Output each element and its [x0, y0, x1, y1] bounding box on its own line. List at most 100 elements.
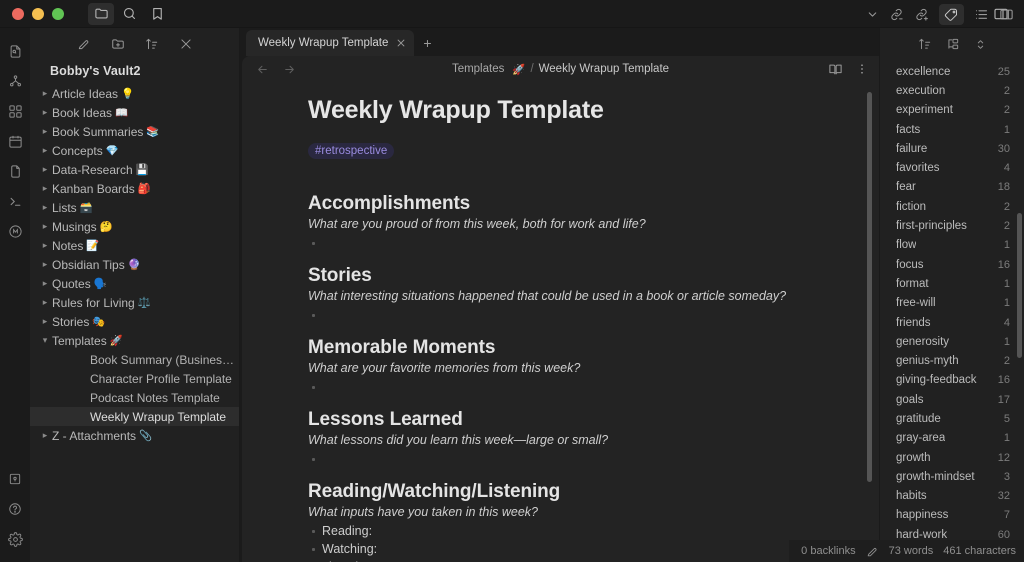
back-arrow-icon[interactable]: [256, 63, 269, 76]
graph-view-icon[interactable]: [2, 66, 28, 96]
chevron-right-icon[interactable]: ▸: [38, 430, 52, 441]
new-note-icon[interactable]: [75, 35, 93, 53]
calendar-icon[interactable]: [2, 126, 28, 156]
file-tree-folder[interactable]: ▸ Z - Attachments 📎: [30, 426, 239, 445]
file-tree-folder[interactable]: ▸ Obsidian Tips 🔮: [30, 255, 239, 274]
close-icon[interactable]: [396, 38, 406, 48]
close-window-button[interactable]: [12, 7, 24, 20]
tag-row[interactable]: gratitude 5: [880, 409, 1024, 428]
more-options-icon[interactable]: [855, 62, 869, 76]
tag-row[interactable]: friends 4: [880, 313, 1024, 332]
tag-row[interactable]: gray-area 1: [880, 429, 1024, 448]
tag-row[interactable]: flow 1: [880, 236, 1024, 255]
tag-row[interactable]: fear 18: [880, 178, 1024, 197]
tag-row[interactable]: focus 16: [880, 255, 1024, 274]
chevron-right-icon[interactable]: ▸: [38, 145, 52, 156]
sort-order-icon[interactable]: [143, 35, 161, 53]
backlinks-count[interactable]: 0 backlinks: [801, 545, 855, 557]
chevron-right-icon[interactable]: ▸: [38, 240, 52, 251]
tab-weekly-wrapup-template[interactable]: Weekly Wrapup Template: [246, 30, 415, 56]
collapse-all-icon[interactable]: [177, 35, 195, 53]
bullet-item[interactable]: Watching:: [308, 540, 819, 558]
file-tree-folder[interactable]: ▸ Article Ideas 💡: [30, 84, 239, 103]
link-add-icon[interactable]: [914, 7, 929, 22]
tag-row[interactable]: generosity 1: [880, 332, 1024, 351]
bullet-item[interactable]: Reading:: [308, 522, 819, 540]
chevron-right-icon[interactable]: ▸: [38, 126, 52, 137]
chevron-down-icon[interactable]: [866, 8, 879, 21]
sort-tags-icon[interactable]: [918, 37, 932, 51]
new-tab-button[interactable]: +: [414, 30, 440, 56]
reading-view-icon[interactable]: [828, 62, 843, 77]
folder-icon[interactable]: [88, 2, 114, 25]
tag-row[interactable]: goals 17: [880, 390, 1024, 409]
chevron-right-icon[interactable]: ▸: [38, 316, 52, 327]
search-icon[interactable]: [116, 3, 142, 25]
quick-switcher-icon[interactable]: [2, 36, 28, 66]
right-sidebar-icon[interactable]: [999, 7, 1014, 22]
file-tree-folder[interactable]: ▸ Lists 🗃️: [30, 198, 239, 217]
chevron-right-icon[interactable]: ▸: [38, 278, 52, 289]
vault-name[interactable]: Bobby's Vault2: [30, 56, 239, 84]
file-tree-folder[interactable]: ▾ Templates 🚀: [30, 331, 239, 350]
tag-row[interactable]: genius-myth 2: [880, 351, 1024, 370]
file-tree-folder[interactable]: ▸ Stories 🎭: [30, 312, 239, 331]
vault-switcher-icon[interactable]: [2, 464, 28, 494]
word-count[interactable]: 73 words: [889, 545, 934, 557]
tag-row[interactable]: excellence 25: [880, 62, 1024, 81]
tag-retrospective[interactable]: #retrospective: [308, 143, 395, 159]
pencil-icon[interactable]: [866, 545, 879, 558]
forward-arrow-icon[interactable]: [283, 63, 296, 76]
zoom-window-button[interactable]: [52, 7, 64, 20]
plugin-icon[interactable]: [2, 216, 28, 246]
file-tree-folder[interactable]: ▸ Quotes 🗣️: [30, 274, 239, 293]
tag-row[interactable]: habits 32: [880, 487, 1024, 506]
chevron-right-icon[interactable]: ▸: [38, 259, 52, 270]
tag-row[interactable]: growth-mindset 3: [880, 467, 1024, 486]
tag-row[interactable]: format 1: [880, 274, 1024, 293]
daily-note-icon[interactable]: [2, 156, 28, 186]
bullet-item[interactable]: [308, 450, 819, 463]
character-count[interactable]: 461 characters: [943, 545, 1016, 557]
file-tree-folder[interactable]: ▸ Book Summaries 📚: [30, 122, 239, 141]
chevron-right-icon[interactable]: ▸: [38, 221, 52, 232]
canvas-icon[interactable]: [2, 96, 28, 126]
tag-row[interactable]: failure 30: [880, 139, 1024, 158]
nested-tags-icon[interactable]: [946, 37, 960, 51]
minimize-window-button[interactable]: [32, 7, 44, 20]
file-tree-folder[interactable]: ▸ Concepts 💎: [30, 141, 239, 160]
outline-list-icon[interactable]: [974, 7, 989, 22]
bullet-item[interactable]: [308, 234, 819, 247]
file-tree-folder[interactable]: ▸ Musings 🤔: [30, 217, 239, 236]
chevron-right-icon[interactable]: ▸: [38, 297, 52, 308]
file-tree-file[interactable]: Weekly Wrapup Template: [30, 407, 239, 426]
bullet-item[interactable]: [308, 306, 819, 319]
tags-panel-scrollbar[interactable]: [1017, 213, 1022, 358]
bullet-item[interactable]: [308, 378, 819, 391]
editor-scrollbar[interactable]: [867, 92, 872, 482]
tag-row[interactable]: favorites 4: [880, 158, 1024, 177]
file-tree-folder[interactable]: ▸ Rules for Living ⚖️: [30, 293, 239, 312]
tag-row[interactable]: giving-feedback 16: [880, 371, 1024, 390]
file-tree-file[interactable]: Book Summary (Business) Template: [30, 350, 239, 369]
tag-row[interactable]: facts 1: [880, 120, 1024, 139]
settings-icon[interactable]: [2, 524, 28, 554]
note-content[interactable]: Weekly Wrapup Template #retrospective Ac…: [242, 96, 879, 562]
bookmark-icon[interactable]: [144, 3, 170, 25]
chevron-down-icon[interactable]: ▾: [38, 335, 52, 346]
new-folder-icon[interactable]: [109, 35, 127, 53]
chevron-right-icon[interactable]: ▸: [38, 107, 52, 118]
tag-row[interactable]: growth 12: [880, 448, 1024, 467]
tag-row[interactable]: free-will 1: [880, 294, 1024, 313]
file-tree-folder[interactable]: ▸ Book Ideas 📖: [30, 103, 239, 122]
tag-row[interactable]: fiction 2: [880, 197, 1024, 216]
chevron-right-icon[interactable]: ▸: [38, 183, 52, 194]
tags-pane-icon[interactable]: [939, 3, 964, 25]
tag-row[interactable]: execution 2: [880, 81, 1024, 100]
tag-row[interactable]: first-principles 2: [880, 216, 1024, 235]
chevron-right-icon[interactable]: ▸: [38, 164, 52, 175]
bullet-item[interactable]: Listening:: [308, 558, 819, 562]
file-tree-folder[interactable]: ▸ Kanban Boards 🎒: [30, 179, 239, 198]
terminal-icon[interactable]: [2, 186, 28, 216]
file-tree-file[interactable]: Character Profile Template: [30, 369, 239, 388]
